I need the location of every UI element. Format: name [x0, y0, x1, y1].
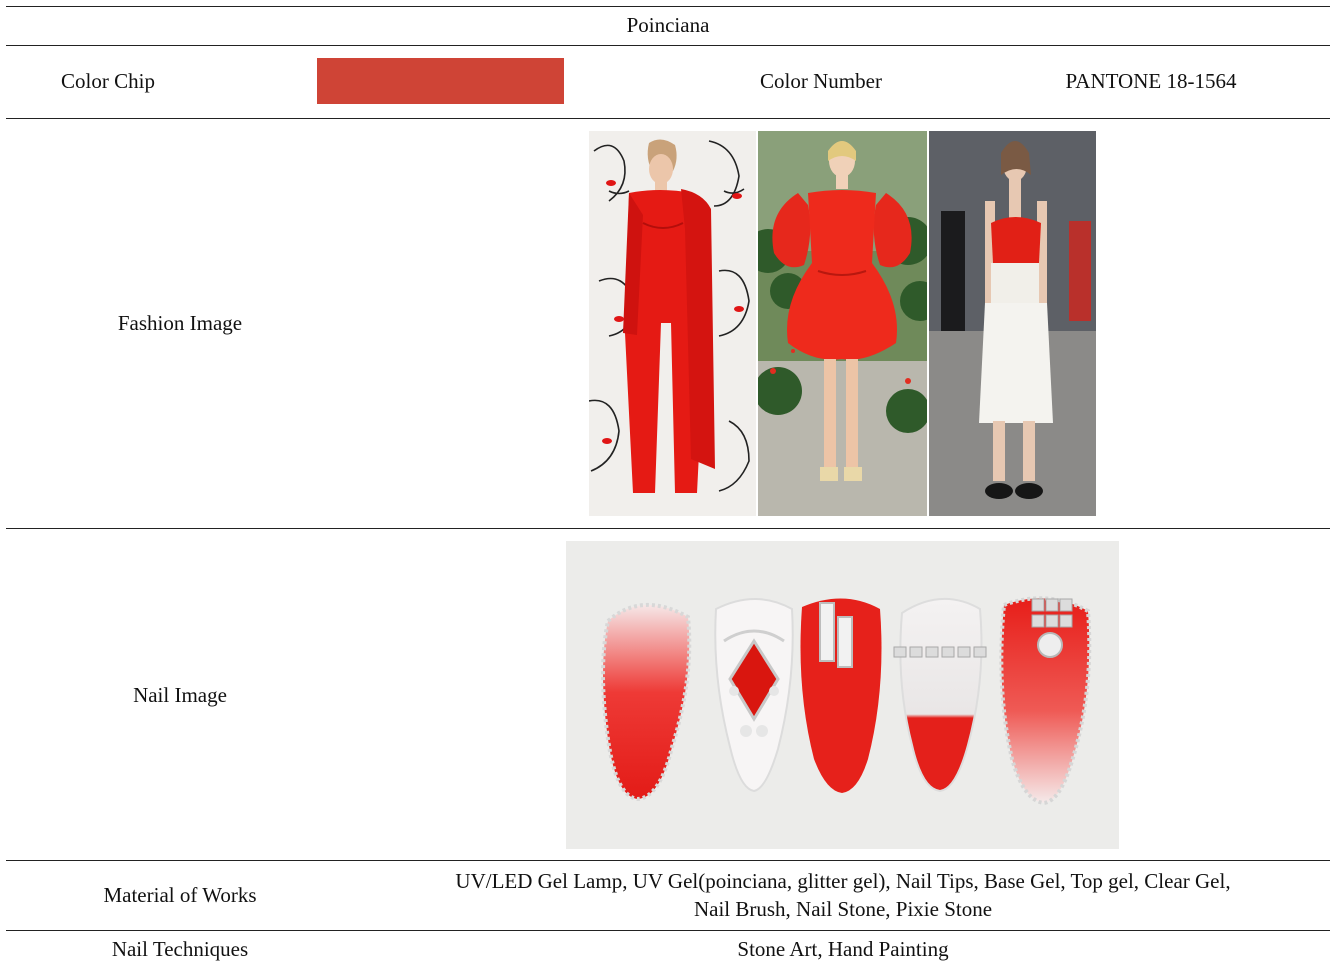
nail-art-photo — [566, 541, 1119, 849]
color-number-label: Color Number — [760, 69, 882, 93]
material-label: Material of Works — [103, 883, 257, 907]
fashion-photo-ruffle-dress — [758, 131, 927, 516]
color-chip-label: Color Chip — [61, 69, 155, 93]
color-chip-swatch — [317, 58, 564, 104]
row-rule-fashion — [6, 528, 1330, 529]
row-rule-color — [6, 118, 1330, 119]
table-title: Poinciana — [626, 13, 710, 37]
row-rule-material — [6, 930, 1330, 931]
row-rule-nail — [6, 860, 1330, 861]
header-rule — [6, 45, 1330, 46]
color-number-value: PANTONE 18-1564 — [1065, 69, 1237, 93]
nail-image-label: Nail Image — [133, 683, 227, 707]
material-value-line1: UV/LED Gel Lamp, UV Gel(poinciana, glitt… — [455, 869, 1231, 893]
table-top-rule — [6, 6, 1330, 7]
material-value-line2: Nail Brush, Nail Stone, Pixie Stone — [693, 897, 993, 921]
fashion-image-label: Fashion Image — [117, 311, 243, 335]
technique-value: Stone Art, Hand Painting — [737, 937, 949, 961]
fashion-photo-bustier — [929, 131, 1096, 516]
technique-label: Nail Techniques — [111, 937, 249, 961]
fashion-photo-pantsuit — [589, 131, 756, 516]
